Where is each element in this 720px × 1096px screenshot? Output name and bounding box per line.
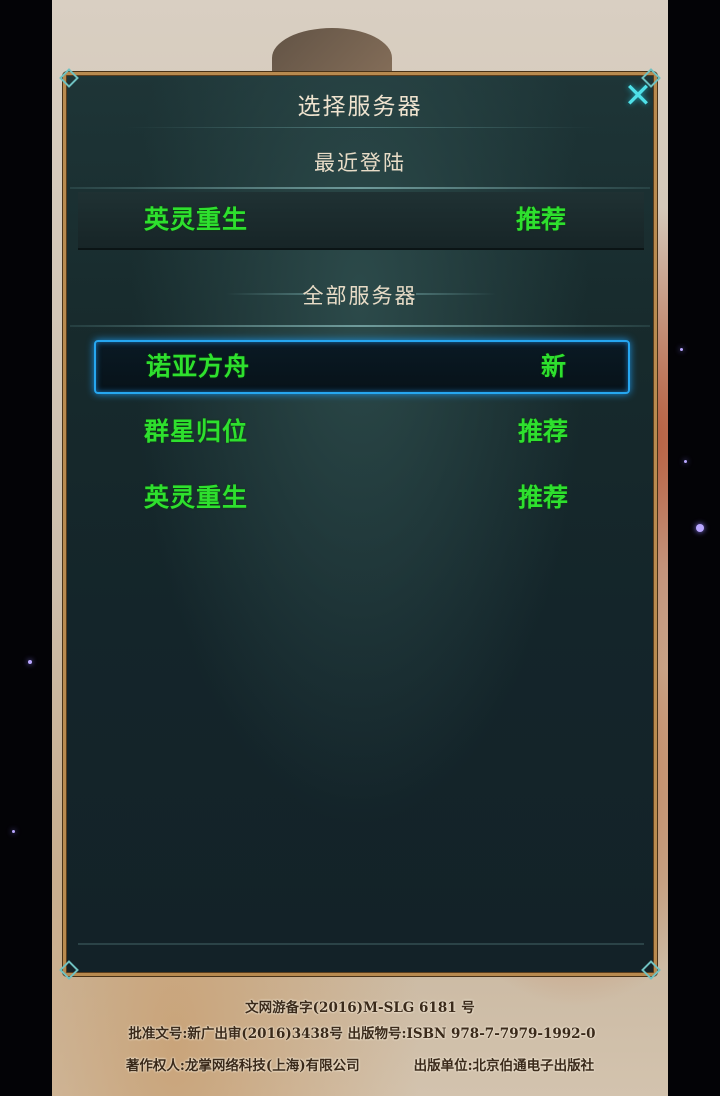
server-row[interactable]: 群星归位 推荐 (94, 407, 630, 461)
server-status: 推荐 (515, 205, 566, 234)
server-row-selected[interactable]: 诺亚方舟 新 (94, 340, 630, 394)
recent-section-title: 最近登陆 (314, 151, 406, 175)
server-name: 诺亚方舟 (146, 352, 251, 381)
section-divider (70, 325, 650, 327)
server-name: 英灵重生 (144, 205, 249, 234)
star-sparkle (696, 524, 704, 532)
server-row[interactable]: 英灵重生 推荐 (94, 473, 630, 527)
star-sparkle (680, 348, 683, 351)
star-sparkle (28, 660, 32, 664)
server-status: 推荐 (517, 483, 568, 512)
right-letterbox (668, 0, 720, 1096)
title-underline (126, 127, 596, 128)
section-divider (70, 187, 650, 189)
copyright-holder: 著作权人:龙掌网络科技(上海)有限公司 (125, 1058, 360, 1074)
server-name: 英灵重生 (144, 483, 249, 512)
license-line-2: 批准文号:新广出审(2016)3438号 出版物号:ISBN 978-7-797… (128, 1026, 596, 1042)
server-status: 新 (540, 352, 566, 381)
panel-bottom-divider (78, 943, 644, 945)
star-sparkle (12, 830, 15, 833)
server-status: 推荐 (517, 417, 568, 446)
publisher: 出版单位:北京伯通电子出版社 (413, 1058, 595, 1074)
server-name: 群星归位 (144, 417, 249, 446)
star-sparkle (684, 460, 687, 463)
server-select-dialog: 选择服务器 ✕ 最近登陆 英灵重生 推荐 全部服务器 诺亚方舟 新 群星归位 推… (59, 68, 661, 980)
dialog-title: 选择服务器 (297, 94, 423, 120)
license-line-3: 著作权人:龙掌网络科技(上海)有限公司 出版单位:北京伯通电子出版社 (52, 1054, 668, 1074)
all-servers-section-title: 全部服务器 (302, 284, 418, 308)
license-line-1: 文网游备字(2016)M-SLG 6181 号 (245, 1000, 475, 1016)
close-icon[interactable]: ✕ (621, 79, 655, 113)
recent-server-row[interactable]: 英灵重生 推荐 (78, 192, 644, 250)
left-letterbox (0, 0, 52, 1096)
